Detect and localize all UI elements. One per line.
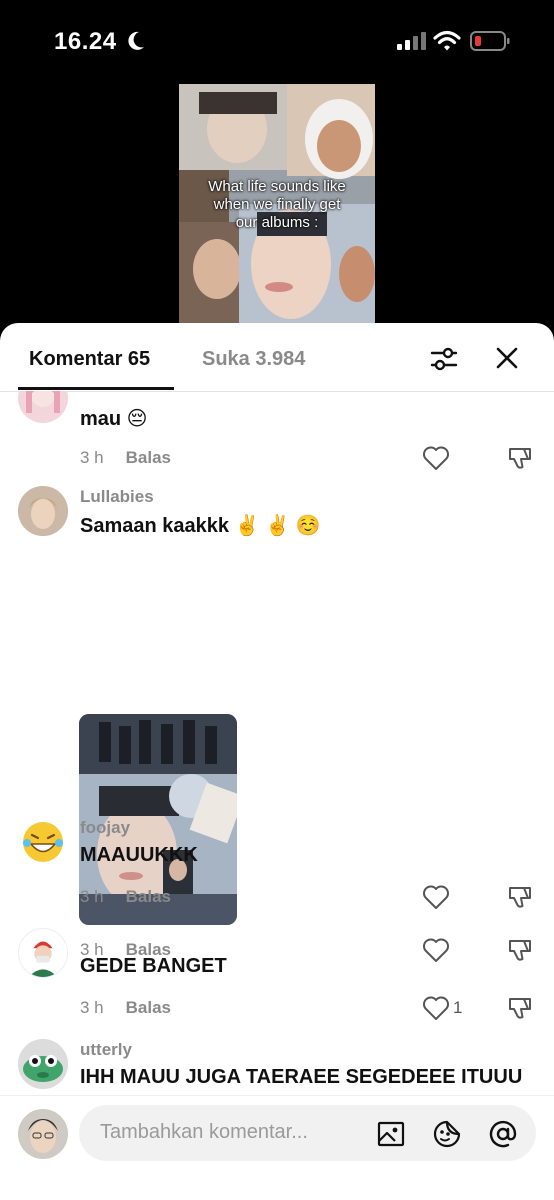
mention-icon[interactable] [488,1119,518,1149]
dislike-icon[interactable] [506,936,534,964]
comment-time: 3 h [80,998,104,1017]
comment-text: IHH MAUU JUGA TAERAEE SEGEDEEE ITUUU [80,1066,523,1088]
like-count: 1 [453,998,463,1017]
comment-text: GEDE BANGET [80,955,227,977]
tab-likes[interactable]: Suka 3.984 [202,348,305,371]
status-bar: 16.24 [0,0,554,80]
comment-meta: 3 h Balas [80,998,171,1018]
heart-icon[interactable] [422,884,450,910]
user-avatar[interactable] [18,1109,68,1159]
moon-icon [128,31,144,50]
close-icon[interactable] [494,345,520,371]
heart-icon[interactable] [422,995,450,1021]
sticker-icon[interactable] [432,1119,462,1149]
heart-icon[interactable] [422,937,450,963]
caption-line: What life sounds like [208,178,346,195]
comment-username[interactable]: foojay [80,818,130,838]
comment-text: mau 😔 [80,408,148,430]
tab-bar: Komentar 65 Suka 3.984 [0,323,554,392]
comment-sheet: Komentar 65 Suka 3.984 mau 😔 3 h Balas L… [0,323,554,1200]
battery-icon [470,31,510,51]
dislike-icon[interactable] [506,994,534,1022]
video-caption: What life sounds like when we finally ge… [179,178,375,232]
comment-meta: 3 h Balas [80,448,171,468]
status-time: 16.24 [54,28,117,55]
comment-time: 3 h [80,448,104,467]
comment-list[interactable]: mau 😔 3 h Balas Lullabies Samaan kaakkk ✌… [0,391,554,1095]
dislike-icon[interactable] [506,883,534,911]
reply-button[interactable]: Balas [126,887,171,906]
comment-composer: Tambahkan komentar... [0,1095,554,1200]
image-icon[interactable] [376,1119,406,1149]
filter-icon[interactable] [430,345,458,373]
signal-icon [397,32,426,50]
avatar[interactable] [18,817,68,867]
video-preview[interactable]: What life sounds like when we finally ge… [0,80,554,330]
wifi-icon [433,30,461,51]
comment-meta: 3 h Balas [80,887,171,907]
comment-input-placeholder: Tambahkan komentar... [100,1121,308,1143]
comment-username[interactable]: utterly [80,1040,132,1060]
active-tab-indicator [18,387,174,390]
tab-comments[interactable]: Komentar 65 [29,348,150,371]
comment-text: MAAUUKKK [80,844,198,866]
caption-line: when we finally get [213,196,341,213]
dislike-icon[interactable] [506,444,534,472]
comment-time: 3 h [80,887,104,906]
caption-line: our albums : [235,214,319,231]
reply-button[interactable]: Balas [126,448,171,467]
video-thumbnail[interactable]: What life sounds like when we finally ge… [179,84,375,330]
avatar[interactable] [18,391,68,423]
reply-button[interactable]: Balas [126,998,171,1017]
avatar[interactable] [18,928,68,978]
avatar[interactable] [18,1039,68,1089]
avatar[interactable] [18,486,68,536]
comment-text: Samaan kaakkk ✌️ ✌️ ☺️ [80,515,321,537]
heart-icon[interactable] [422,445,450,471]
comment-input[interactable]: Tambahkan komentar... [79,1105,536,1161]
comment-username[interactable]: Lullabies [80,487,154,507]
